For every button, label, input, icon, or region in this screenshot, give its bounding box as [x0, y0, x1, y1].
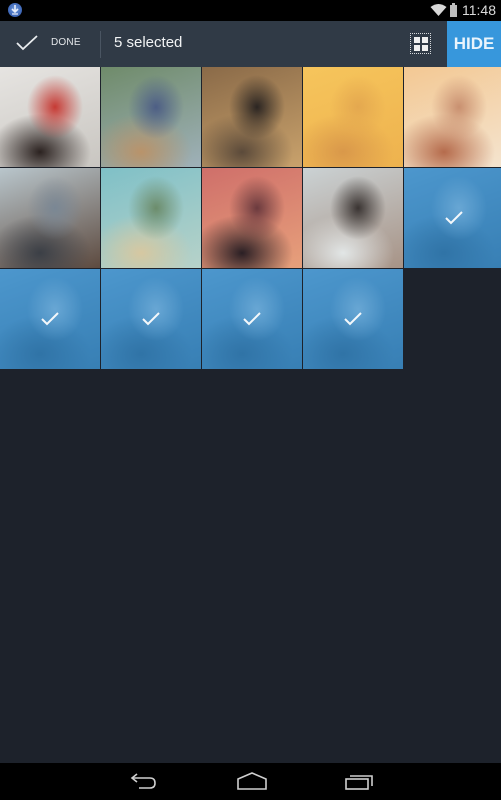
photo-thumbnail — [404, 67, 501, 167]
selection-count-title: 5 selected — [114, 34, 183, 51]
battery-icon — [450, 3, 457, 17]
navigation-bar — [0, 763, 501, 800]
photo-girl-blanket-3[interactable] — [101, 269, 201, 369]
photo-thumbnail — [303, 168, 403, 268]
home-icon[interactable] — [236, 771, 268, 791]
photo-thumbnail — [202, 67, 302, 167]
done-button[interactable]: DONE — [0, 21, 100, 67]
photo-thumbnail — [101, 168, 201, 268]
photo-thumbnail — [0, 168, 100, 268]
photo-man-red-hoodie[interactable] — [0, 67, 100, 167]
photo-restaurant-table[interactable] — [202, 67, 302, 167]
check-icon — [16, 35, 38, 51]
photo-thumbnail — [0, 67, 100, 167]
photo-man-funny-face[interactable] — [303, 168, 403, 268]
photo-desert-mountain[interactable] — [303, 67, 403, 167]
photo-girl-blanket-2[interactable] — [0, 269, 100, 369]
photo-desert-ruins[interactable] — [404, 67, 501, 167]
photo-man-sunset[interactable] — [202, 168, 302, 268]
selected-check-icon — [41, 312, 59, 326]
recent-apps-icon[interactable] — [344, 771, 374, 791]
photo-thumbnail — [303, 67, 403, 167]
photo-thumbnail — [101, 67, 201, 167]
grid-view-icon[interactable] — [410, 33, 431, 54]
action-bar-divider — [100, 31, 101, 58]
back-icon[interactable] — [129, 771, 159, 791]
photo-girl-blanket-5[interactable] — [303, 269, 403, 369]
action-bar: DONE 5 selected HIDE — [0, 21, 501, 67]
hide-button[interactable]: HIDE — [447, 21, 501, 67]
selected-check-icon — [445, 211, 463, 225]
clock: 11:48 — [462, 2, 496, 18]
download-icon — [8, 3, 22, 17]
selected-check-icon — [142, 312, 160, 326]
photo-man-closeup[interactable] — [0, 168, 100, 268]
photo-girl-blanket-4[interactable] — [202, 269, 302, 369]
selected-check-icon — [243, 312, 261, 326]
selected-check-icon — [344, 312, 362, 326]
photo-thumbnail — [202, 168, 302, 268]
done-label: DONE — [51, 37, 81, 48]
wifi-icon — [430, 4, 447, 16]
photo-man-with-cat[interactable] — [101, 67, 201, 167]
photo-girl-blanket-1[interactable] — [404, 168, 501, 268]
photo-couple-sky[interactable] — [101, 168, 201, 268]
status-bar: 11:48 — [0, 0, 501, 21]
